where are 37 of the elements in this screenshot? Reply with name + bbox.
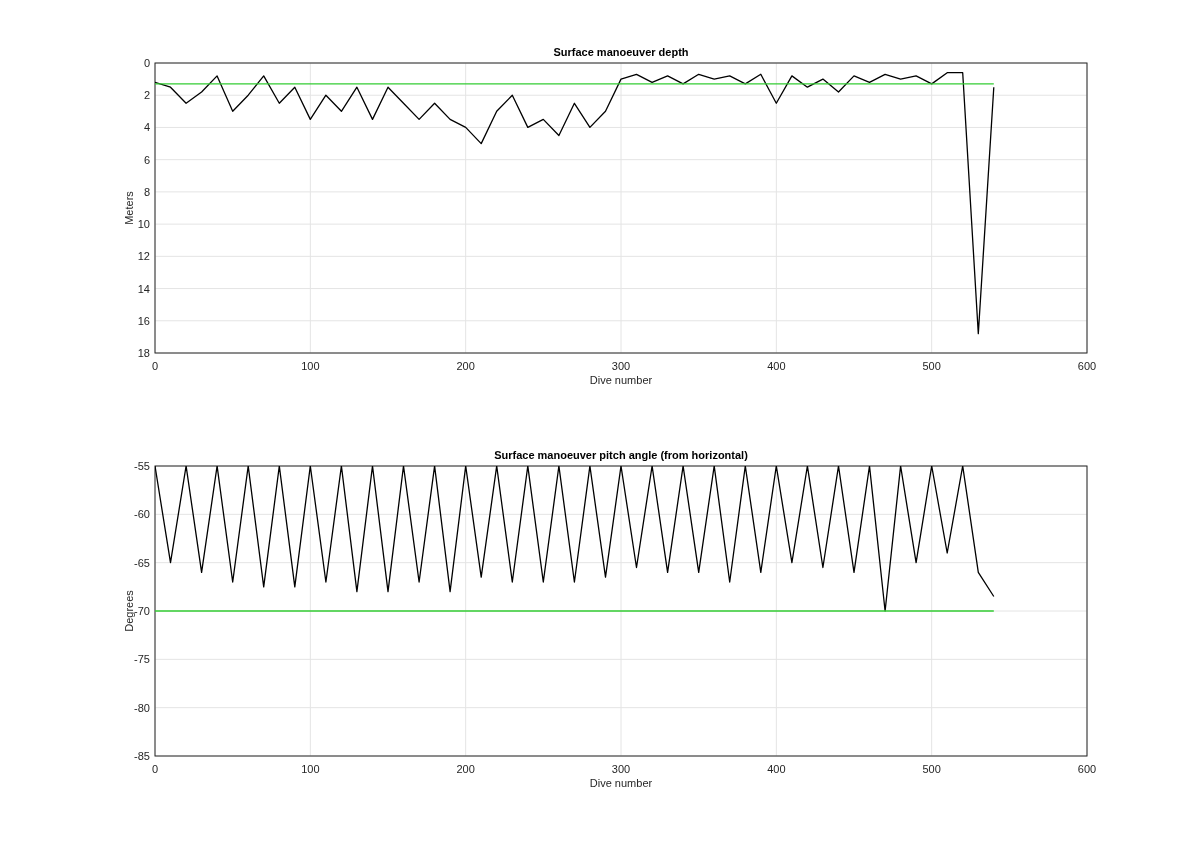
axis-label: Dive number	[589, 777, 653, 789]
tick-label: 6	[143, 153, 150, 166]
tick-label: 300	[611, 763, 631, 775]
chart-title: Surface manoeuver depth	[553, 46, 689, 58]
tick-label: 600	[1077, 763, 1097, 775]
tick-label: -80	[134, 701, 150, 714]
tick-label: 200	[456, 763, 475, 775]
tick-label: 8	[143, 185, 150, 198]
tick-label: 100	[301, 763, 320, 775]
tick-label: 100	[301, 360, 320, 372]
tick-label: -70	[134, 605, 150, 617]
axis-label: Degrees	[123, 590, 135, 632]
tick-label: 12	[137, 250, 150, 263]
tick-label: 400	[767, 763, 786, 775]
tick-label: 0	[151, 360, 159, 372]
tick-label: 10	[137, 218, 150, 231]
chart-title: Surface manoeuver pitch angle (from horizontal)	[494, 449, 748, 461]
tick-label: 4	[143, 121, 150, 134]
tick-label: 500	[922, 763, 941, 775]
tick-label: 14	[137, 282, 150, 295]
tick-label: 0	[151, 763, 159, 775]
tick-label: 500	[922, 360, 941, 372]
tick-label: 400	[767, 360, 786, 372]
tick-label: 0	[143, 57, 150, 69]
tick-label: -75	[134, 653, 150, 666]
tick-label: 300	[611, 360, 631, 372]
axis-label: Meters	[123, 191, 135, 225]
tick-label: 600	[1077, 360, 1097, 372]
axis-label: Dive number	[589, 374, 653, 386]
tick-label: -55	[134, 460, 150, 472]
tick-label: -60	[134, 508, 150, 521]
tick-label: 200	[456, 360, 475, 372]
tick-label: -85	[134, 750, 150, 762]
tick-label: 18	[137, 347, 150, 359]
tick-label: -65	[134, 556, 150, 569]
tick-label: 2	[143, 89, 150, 102]
tick-label: 16	[137, 314, 150, 327]
